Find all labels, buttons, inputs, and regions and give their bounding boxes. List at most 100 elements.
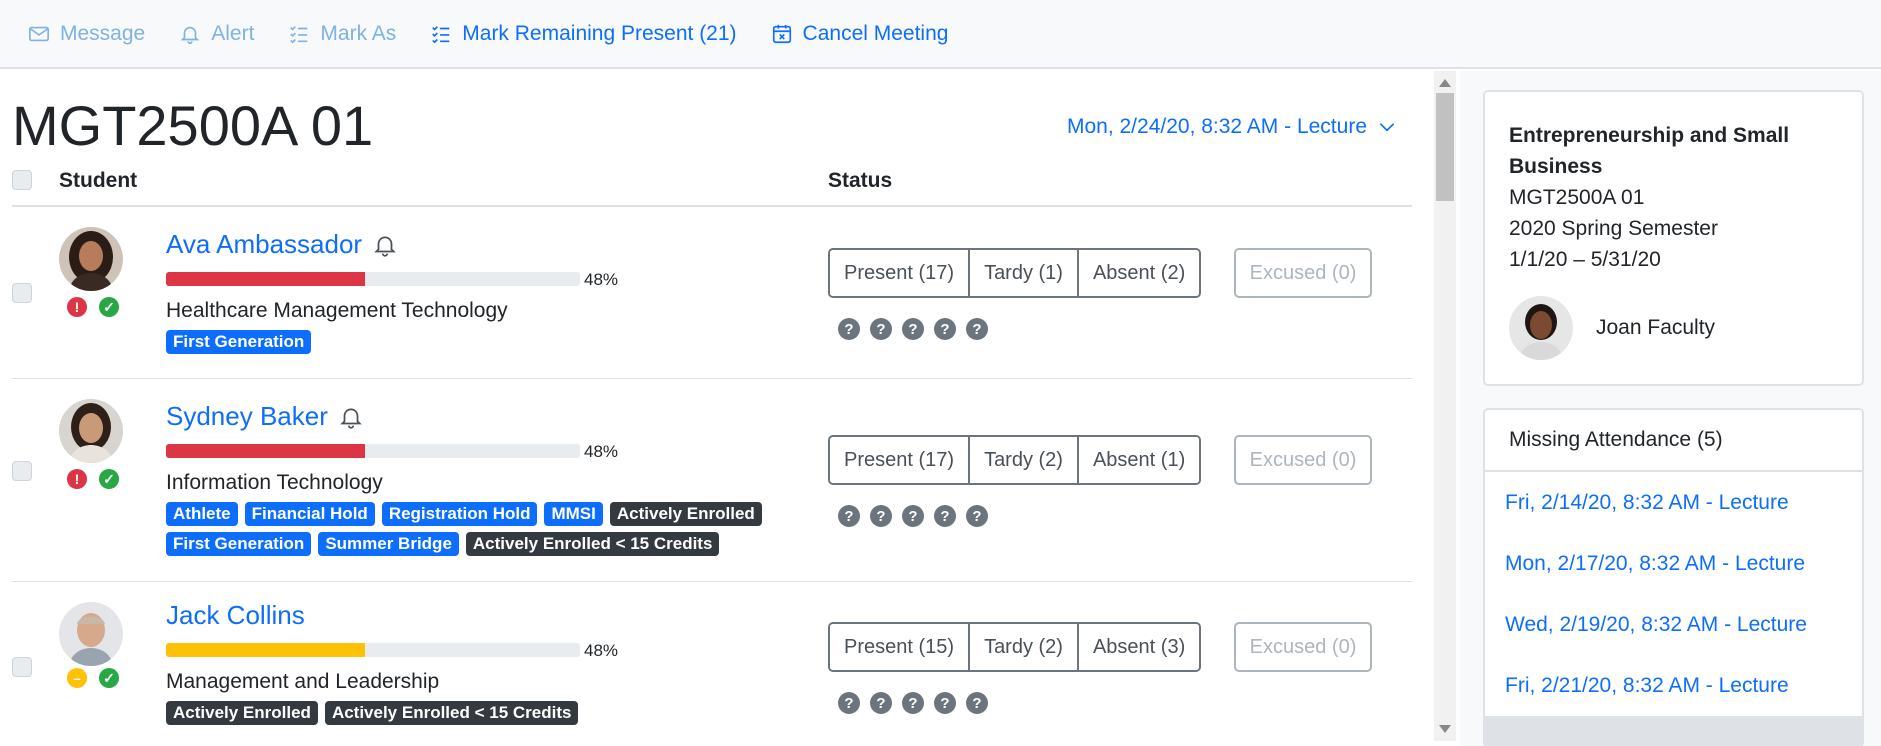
student-name-line: Ava Ambassador [166,229,398,260]
missing-attendance-card: Missing Attendance (5) Fri, 2/14/20, 8:3… [1483,408,1864,746]
course-code: MGT2500A 01 [1509,186,1645,209]
checklist-icon [290,25,308,43]
student-name-link[interactable]: Ava Ambassador [166,229,362,260]
column-header-student: Student [59,169,138,192]
table-row: ! ✓ Sydney Baker 48% Information Technol… [12,379,1412,582]
excused-button[interactable]: Excused (0) [1234,248,1372,298]
faculty-name: Joan Faculty [1596,316,1716,339]
program-name: Management and Leadership [166,670,440,693]
attendance-progress-bar [166,643,580,657]
attendance-progress-bar [166,444,580,458]
scroll-down-arrow-icon[interactable] [1439,725,1451,733]
badge: Actively Enrolled [609,502,762,526]
missing-session-link[interactable]: Mon, 2/17/20, 8:32 AM - Lecture [1485,533,1862,594]
alert-button[interactable]: Alert [179,22,254,46]
question-icon[interactable]: ? [838,692,860,714]
student-name-link[interactable]: Sydney Baker [166,401,328,432]
student-name-link[interactable]: Jack Collins [166,600,305,631]
session-dropdown[interactable]: Mon, 2/24/20, 8:32 AM - Lecture [1067,115,1397,139]
badge: Registration Hold [381,502,538,526]
absent-button[interactable]: Absent (3) [1078,624,1200,670]
progress-percent: 48% [584,442,619,461]
present-button[interactable]: Present (17) [830,437,971,483]
bell-icon[interactable] [372,232,398,258]
absent-button[interactable]: Absent (2) [1078,250,1200,296]
calendar-x-icon [772,24,791,43]
check-icon: ✓ [99,469,119,489]
row-checkbox[interactable] [12,283,32,303]
question-icon[interactable]: ? [934,318,956,340]
progress-percent: 48% [584,270,619,289]
check-icon: ✓ [99,668,119,688]
question-icon[interactable]: ? [870,505,892,527]
scrollbar-thumb[interactable] [1436,93,1454,201]
message-label: Message [60,21,146,45]
attendance-button-group: Present (15) Tardy (2) Absent (3) [828,622,1202,672]
tardy-button[interactable]: Tardy (2) [970,624,1079,670]
question-icon[interactable]: ? [870,692,892,714]
missing-session-link-selected[interactable] [1485,716,1862,746]
row-checkbox[interactable] [12,657,32,677]
question-icon[interactable]: ? [902,692,924,714]
present-button[interactable]: Present (15) [830,624,971,670]
badge: First Generation [166,532,312,556]
mark-as-label: Mark As [320,21,397,45]
cancel-meeting-label: Cancel Meeting [802,21,949,45]
question-icon[interactable]: ? [838,505,860,527]
tardy-button[interactable]: Tardy (1) [970,250,1079,296]
alert-icon: ! [67,297,87,317]
mark-as-button[interactable]: Mark As [288,22,396,46]
badge-list: Athlete Financial Hold Registration Hold… [166,502,806,556]
history-icons: ? ? ? ? ? [838,318,988,340]
avatar [1509,296,1573,360]
absent-button[interactable]: Absent (1) [1078,437,1200,483]
toolbar: Message Alert Mark As Mark Remaining Pre… [0,0,1881,69]
tardy-button[interactable]: Tardy (2) [970,437,1079,483]
question-icon[interactable]: ? [934,505,956,527]
course-dates: 1/1/20 – 5/31/20 [1509,248,1661,271]
check-icon: ✓ [99,297,119,317]
question-icon[interactable]: ? [838,318,860,340]
history-icons: ? ? ? ? ? [838,505,988,527]
question-icon[interactable]: ? [966,692,988,714]
question-icon[interactable]: ? [870,318,892,340]
row-checkbox[interactable] [12,461,32,481]
missing-session-link[interactable]: Wed, 2/19/20, 8:32 AM - Lecture [1485,594,1862,655]
attendance-button-group: Present (17) Tardy (2) Absent (1) [828,435,1202,485]
present-button[interactable]: Present (17) [830,250,971,296]
question-icon[interactable]: ? [902,505,924,527]
cancel-meeting-button[interactable]: Cancel Meeting [771,21,949,46]
attendance-progress-bar [166,272,580,286]
mark-remaining-label: Mark Remaining Present (21) [462,21,737,45]
badge: First Generation [166,330,312,354]
mark-remaining-present-button[interactable]: Mark Remaining Present (21) [430,21,737,46]
program-name: Healthcare Management Technology [166,299,508,322]
status-icons: ! ✓ [67,469,119,489]
missing-session-link[interactable]: Fri, 2/21/20, 8:32 AM - Lecture [1485,655,1862,716]
question-icon[interactable]: ? [966,505,988,527]
question-icon[interactable]: ? [966,318,988,340]
message-button[interactable]: Message [28,22,145,46]
question-icon[interactable]: ? [902,318,924,340]
progress-fill [166,444,365,458]
select-all-checkbox[interactable] [12,170,32,190]
question-icon[interactable]: ? [934,692,956,714]
student-name-line: Jack Collins [166,600,305,631]
missing-session-link[interactable]: Fri, 2/14/20, 8:32 AM - Lecture [1485,472,1862,533]
excused-button[interactable]: Excused (0) [1234,622,1372,672]
badge: Summer Bridge [318,532,459,556]
badge: Actively Enrolled [166,701,318,725]
history-icons: ? ? ? ? ? [838,692,988,714]
page-title: MGT2500A 01 [12,94,374,157]
session-label: Mon, 2/24/20, 8:32 AM - Lecture [1066,115,1367,138]
student-name-line: Sydney Baker [166,401,364,432]
scroll-up-arrow-icon[interactable] [1439,79,1451,87]
alert-label: Alert [211,21,255,45]
status-icons: – ✓ [67,668,119,688]
badge: Actively Enrolled < 15 Credits [465,532,720,556]
excused-button[interactable]: Excused (0) [1234,435,1372,485]
main-scrollbar[interactable] [1434,71,1456,741]
bell-icon [180,26,200,44]
sidebar: Entrepreneurship and Small Business MGT2… [1460,71,1881,746]
bell-icon[interactable] [338,404,364,430]
